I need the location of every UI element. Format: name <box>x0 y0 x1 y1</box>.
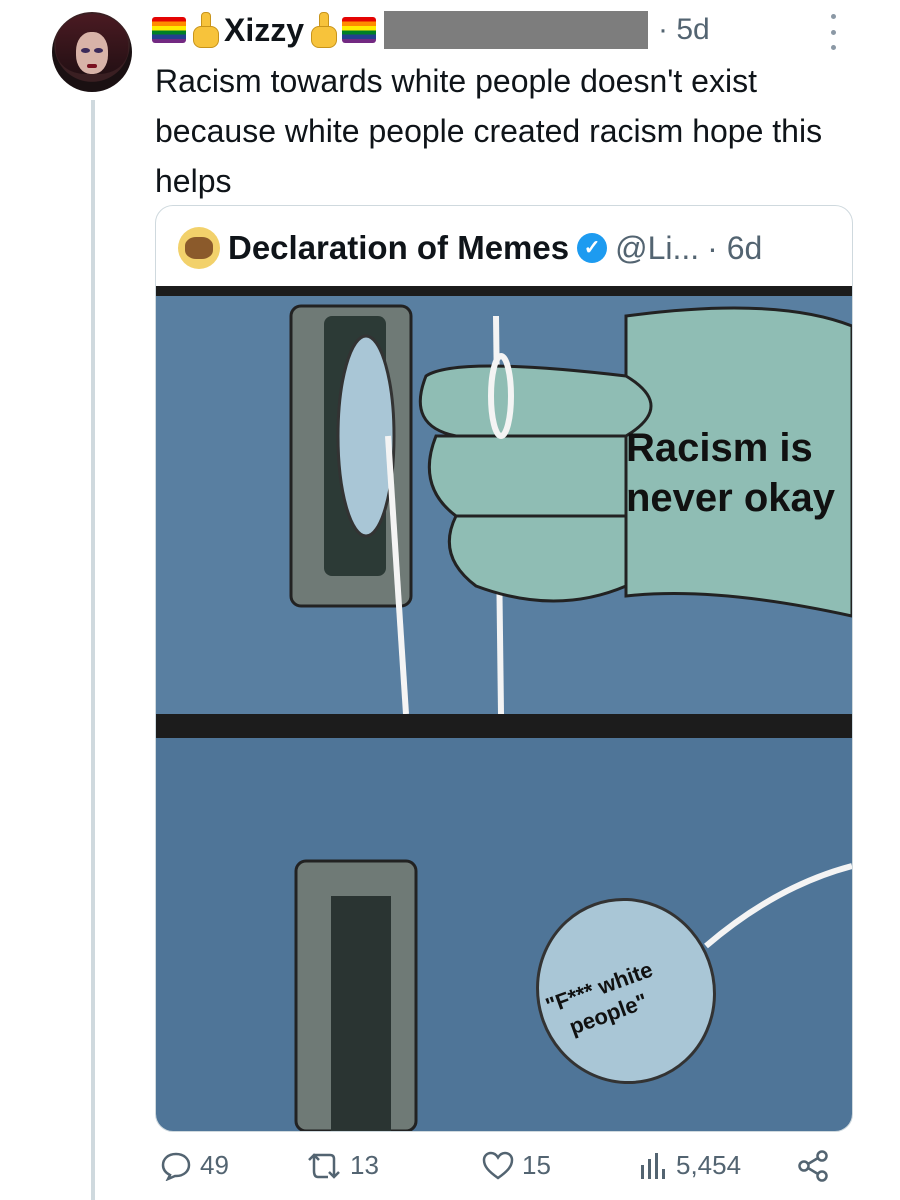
quote-avatar[interactable] <box>178 227 220 269</box>
avatar-lips <box>87 64 97 68</box>
like-button[interactable]: 15 <box>482 1150 551 1181</box>
reply-count: 49 <box>200 1150 229 1180</box>
action-bar: 49 13 15 5,454 <box>160 1150 840 1190</box>
heart-icon <box>482 1151 514 1180</box>
tweet-text: Racism towards white people doesn't exis… <box>155 63 823 199</box>
quoted-tweet[interactable]: Declaration of Memes ✓ @Li... · 6d Racis… <box>155 205 853 1132</box>
meme-image[interactable]: Racism is never okay "F*** white people" <box>156 286 852 1131</box>
meme-top-caption-line2: never okay <box>626 476 836 520</box>
verified-badge-icon: ✓ <box>577 233 608 263</box>
rainbow-flag-icon <box>342 17 377 43</box>
author-name[interactable]: Xizzy <box>224 12 304 49</box>
avatar[interactable] <box>52 12 132 92</box>
share-button[interactable] <box>796 1150 830 1182</box>
repost-icon <box>308 1152 340 1179</box>
meme-top-caption-line1: Racism is <box>626 426 813 470</box>
quote-author-name[interactable]: Declaration of Memes <box>228 229 569 267</box>
repost-count: 13 <box>350 1150 379 1180</box>
thread-line <box>91 100 95 1200</box>
more-options-icon[interactable] <box>826 14 840 50</box>
avatar-eye <box>81 48 90 53</box>
view-count: 5,454 <box>676 1150 742 1180</box>
views-chart-icon <box>641 1152 665 1179</box>
tweet-time[interactable]: · 5d <box>658 13 710 47</box>
like-count: 15 <box>522 1150 551 1180</box>
middle-finger-icon <box>308 12 338 48</box>
avatar-eye <box>94 48 103 53</box>
rainbow-flag-icon <box>152 17 186 43</box>
share-icon <box>798 1150 828 1182</box>
repost-button[interactable]: 13 <box>308 1150 379 1181</box>
quote-time[interactable]: · 6d <box>707 230 762 267</box>
meme-illustration: Racism is never okay "F*** white people" <box>156 286 852 1131</box>
quote-handle[interactable]: @Li... <box>615 230 699 267</box>
redacted-handle <box>384 11 649 49</box>
reply-icon <box>161 1152 191 1181</box>
tweet-header: Xizzy · 5d <box>152 8 710 52</box>
views-button[interactable]: 5,454 <box>638 1150 741 1181</box>
quote-header: Declaration of Memes ✓ @Li... · 6d <box>178 226 762 270</box>
middle-finger-icon <box>190 12 220 48</box>
reply-button[interactable]: 49 <box>160 1150 229 1181</box>
